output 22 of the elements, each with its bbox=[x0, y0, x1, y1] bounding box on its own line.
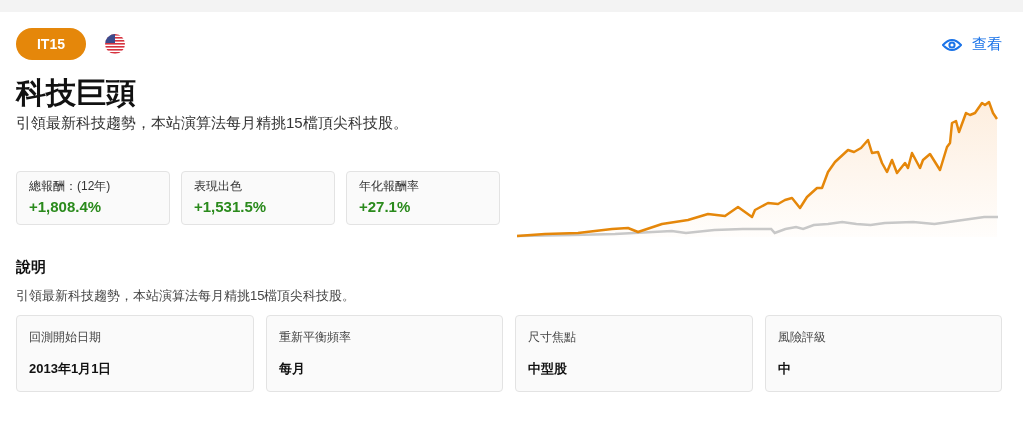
detail-value: 2013年1月1日 bbox=[29, 360, 113, 378]
page-title: 科技巨頭 bbox=[16, 75, 137, 111]
detail-value: 中 bbox=[777, 360, 792, 378]
detail-label: 風險評級 bbox=[777, 329, 827, 346]
view-link[interactable]: 查看 bbox=[942, 35, 1002, 54]
detail-label: 回測開始日期 bbox=[29, 329, 102, 346]
stat-label: 表現出色 bbox=[194, 178, 243, 195]
stat-value: +27.1% bbox=[359, 198, 412, 215]
stat-label: 總報酬：(12年) bbox=[29, 178, 112, 195]
us-flag-icon bbox=[104, 33, 126, 55]
detail-value: 中型股 bbox=[528, 360, 568, 378]
description-text: 引領最新科技趨勢，本站演算法每月精挑15檔頂尖科技股。 bbox=[16, 287, 357, 305]
section-heading: 說明 bbox=[16, 258, 47, 277]
detail-label: 重新平衡頻率 bbox=[278, 329, 352, 346]
detail-label: 尺寸焦點 bbox=[528, 329, 577, 346]
detail-value: 每月 bbox=[278, 360, 306, 378]
stat-value: +1,531.5% bbox=[194, 198, 268, 215]
stat-label: 年化報酬率 bbox=[359, 178, 420, 195]
subtitle: 引領最新科技趨勢，本站演算法每月精挑15檔頂尖科技股。 bbox=[16, 114, 409, 133]
ticker-badge: IT15 bbox=[16, 28, 86, 60]
stat-value: +1,808.4% bbox=[29, 198, 103, 215]
eye-icon bbox=[942, 37, 962, 52]
